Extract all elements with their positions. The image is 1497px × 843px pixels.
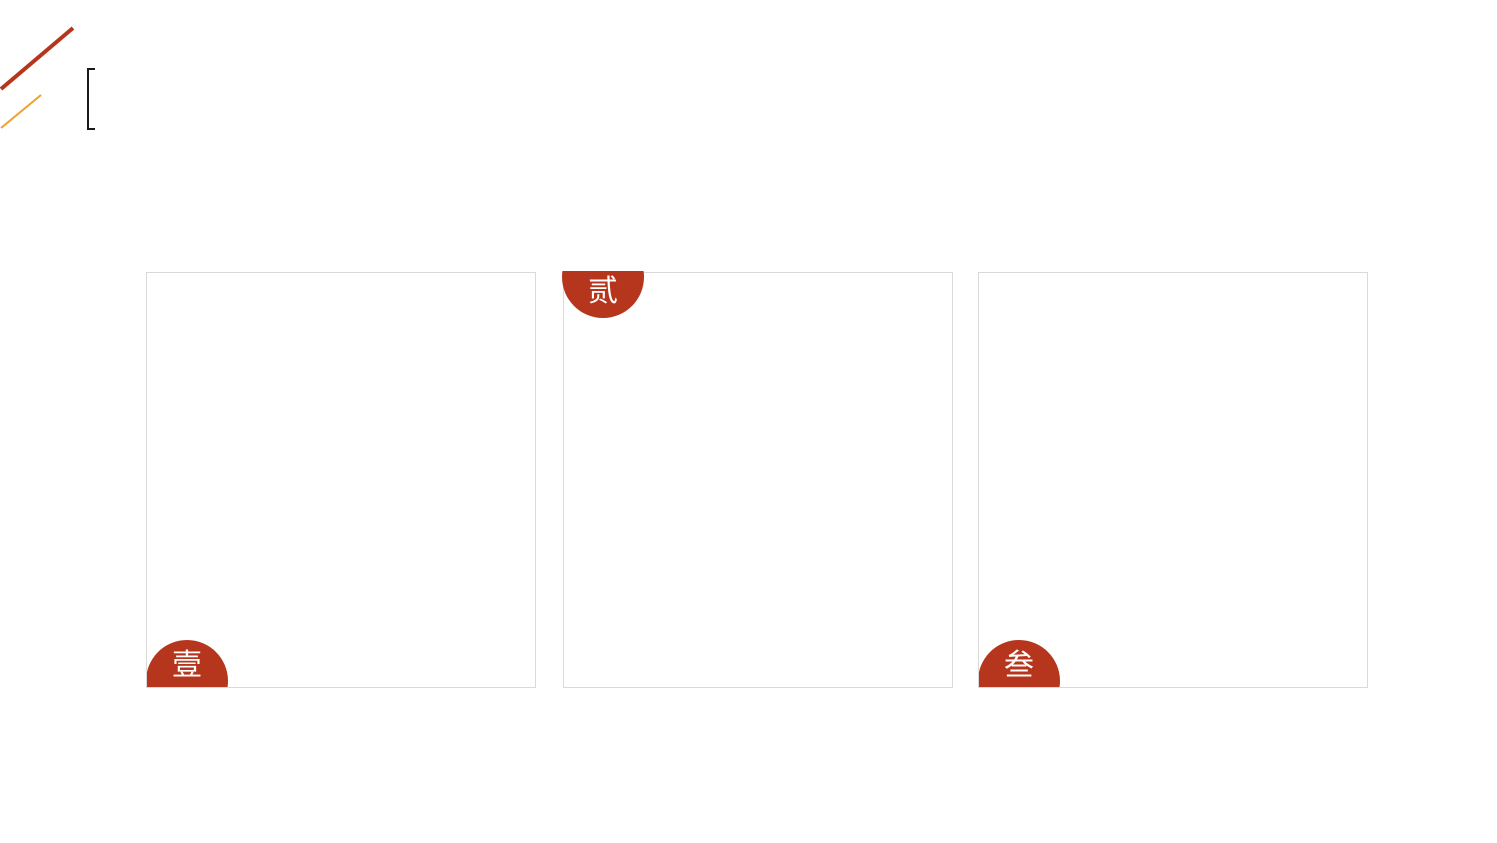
red-diagonal-line [0, 26, 75, 91]
badge-label-3: 叁 [1004, 648, 1034, 683]
orange-diagonal-line [0, 94, 42, 129]
badge-label-2: 贰 [588, 274, 618, 309]
badge-clip-2: 贰 [561, 271, 645, 321]
card-number-badge-1: 壹 [147, 640, 228, 687]
content-card-3: 叁 [978, 272, 1368, 688]
badge-label-1: 壹 [172, 648, 202, 683]
card-number-badge-3: 叁 [979, 640, 1060, 687]
title-bracket [87, 68, 95, 130]
content-card-1: 壹 [146, 272, 536, 688]
corner-accent-lines [0, 26, 75, 129]
content-card-2: 贰 [561, 271, 953, 688]
card-number-badge-2: 贰 [562, 271, 644, 318]
